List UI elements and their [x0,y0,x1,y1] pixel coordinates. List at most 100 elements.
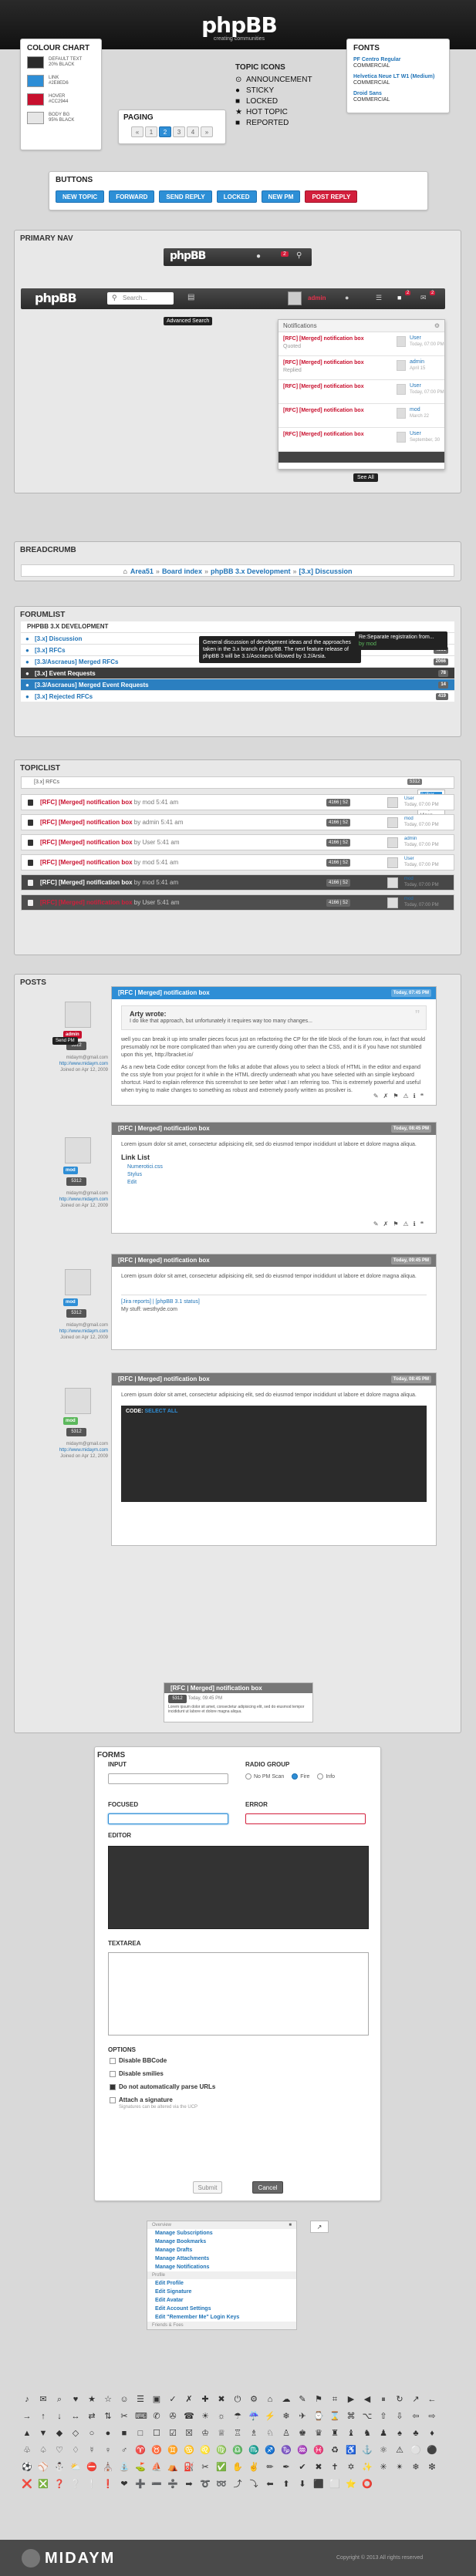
avatar[interactable] [65,1002,91,1028]
advanced-search-icon[interactable]: ▤ [187,293,194,301]
post-title[interactable]: [RFC | Merged] notification box [118,1257,210,1264]
menu-item[interactable]: Edit Avatar [147,2296,296,2305]
topic-author[interactable]: by mod [134,859,154,866]
settings-icon[interactable]: ⚙ [434,320,440,332]
avatar[interactable] [65,1388,91,1414]
topic-row[interactable]: [RFC] [Merged] notification box by User … [21,894,454,911]
search-input[interactable]: Search... [107,292,174,305]
topic-row[interactable]: [RFC] [Merged] notification box by admin… [21,814,454,830]
notification-title[interactable]: [RFC] [Merged] notification box [283,384,364,389]
topic-author[interactable]: by User [134,839,156,846]
checkbox-row[interactable]: Disable BBCode [110,2057,310,2064]
select-all-link[interactable]: SELECT ALL [145,1409,178,1414]
user-email[interactable]: midaym@gmail.com [22,1441,108,1447]
radio-option[interactable]: Info [317,1773,335,1780]
checkbox[interactable] [110,2083,116,2090]
notification-icon[interactable]: ■ [397,294,401,301]
menu-item[interactable]: Manage Attachments [147,2254,296,2263]
topic-title[interactable]: [RFC] [Merged] notification box by User … [40,839,179,846]
menu-item[interactable]: Edit Profile [147,2279,296,2288]
last-poster[interactable]: User [404,796,414,801]
radio-option[interactable]: Fire [292,1773,309,1780]
topic-row[interactable]: [RFC] [Merged] notification box by mod 5… [21,794,454,810]
bell-icon[interactable]: ● [256,252,261,261]
notification-title[interactable]: [RFC] [Merged] notification box [283,408,364,413]
notification-title[interactable]: [RFC] [Merged] notification box [283,360,364,365]
nav-logo-compact[interactable]: phpBB [170,250,206,262]
button-locked[interactable]: LOCKED [216,190,257,203]
breadcrumb-link[interactable]: [3.x] Discussion [299,567,353,575]
post-title[interactable]: [RFC | Merged] notification box [118,1125,210,1132]
topic-row[interactable]: [RFC] [Merged] notification box by User … [21,834,454,850]
checkbox-row[interactable]: Attach a signature [110,2096,310,2103]
button-post-reply[interactable]: POST REPLY [305,190,358,203]
last-poster[interactable]: User [404,857,414,861]
page-button[interactable]: » [201,126,213,137]
send-pm-tooltip[interactable]: Send PM [52,1037,78,1045]
menu-collapse-button[interactable]: ↗ [310,2221,329,2233]
breadcrumb-link[interactable]: phpBB 3.x Development [211,567,291,575]
forum-name[interactable]: [3.x] Discussion [35,635,82,642]
mini-post-title[interactable]: [RFC | Merged] notification box [170,1685,262,1692]
topic-author[interactable]: by mod [134,799,154,806]
topic-title[interactable]: [RFC] [Merged] notification box by mod 5… [40,859,178,866]
post-title[interactable]: [RFC | Merged] notification box [118,989,210,996]
breadcrumb-link[interactable]: Area51 [130,567,154,575]
page-button[interactable]: 1 [145,126,157,137]
menu-toggle-icon[interactable]: ■ [289,2221,292,2229]
error-input[interactable] [245,1813,366,1824]
list-item[interactable]: Edit [121,1179,427,1187]
page-button[interactable]: 2 [159,126,171,137]
forum-row[interactable]: ● [3.x] Event Requests 78 [21,667,454,679]
topic-title-text[interactable]: [RFC] [Merged] notification box [40,899,133,906]
topic-title-text[interactable]: [RFC] [Merged] notification box [40,859,133,866]
page-button[interactable]: 3 [173,126,185,137]
topic-row[interactable]: [RFC] [Merged] notification box by mod 5… [21,874,454,891]
page-indicator[interactable]: 5312 [407,779,423,785]
notification-user[interactable]: User [410,383,421,389]
notification-item[interactable]: [RFC] [Merged] notification box User Today… [279,380,444,404]
post-username[interactable]: mod [63,1167,78,1174]
menu-friends-header[interactable]: Friends & Foes [147,2322,296,2329]
checkbox[interactable] [110,2070,116,2077]
text-input[interactable] [108,1773,228,1784]
post-username[interactable]: mod [63,1417,78,1425]
topic-title[interactable]: [RFC] [Merged] notification box by mod 5… [40,799,178,806]
menu-item[interactable]: Manage Drafts [147,2246,296,2254]
avatar[interactable] [65,1269,91,1295]
radio-option[interactable]: No PM Scan [245,1773,284,1780]
notification-badge[interactable]: 2 [281,251,289,257]
user-email[interactable]: midaym@gmail.com [22,1322,108,1328]
user-website[interactable]: http://www.midaym.com [59,1329,108,1334]
breadcrumb-link[interactable]: Board index [162,567,202,575]
topic-title-text[interactable]: [RFC] [Merged] notification box [40,799,133,806]
last-poster[interactable]: mod [404,877,414,881]
menu-item[interactable]: Edit Account Settings [147,2305,296,2313]
menu-item[interactable]: Manage Bookmarks [147,2238,296,2246]
notification-item[interactable]: [RFC] [Merged] notification box User Septe… [279,428,444,452]
bell-icon[interactable]: ● [345,294,349,301]
list-item[interactable]: Stylus [121,1171,427,1179]
topic-author[interactable]: by mod [134,879,154,886]
notification-item[interactable]: [RFC] [Merged] notification box mod March … [279,404,444,428]
page-button[interactable]: « [131,126,143,137]
last-poster[interactable]: mod [404,817,414,821]
button-forward[interactable]: FORWARD [109,190,155,203]
signature-links[interactable]: [Jira reports] | [phpBB 3.1 status] [121,1298,427,1306]
last-poster[interactable]: admin [404,837,417,841]
topic-title-text[interactable]: [RFC] [Merged] notification box [40,819,133,826]
notification-item[interactable]: [RFC] [Merged] notification box Replied ad… [279,356,444,380]
notification-title[interactable]: [RFC] [Merged] notification box [283,336,364,342]
post-title[interactable]: [RFC | Merged] notification box [118,1376,210,1382]
notification-item[interactable]: [RFC] [Merged] notification box Quoted Use… [279,332,444,356]
home-icon[interactable]: ⌂ [123,567,127,575]
button-new-topic[interactable]: NEW TOPIC [56,190,105,203]
cancel-button[interactable]: Cancel [252,2181,283,2194]
checkbox[interactable] [110,2096,116,2103]
forum-name[interactable]: [3.x] Event Requests [35,670,96,677]
search-icon[interactable]: ⚲ [296,251,302,260]
post-username[interactable]: mod [63,1298,78,1306]
notification-user[interactable]: mod [410,407,420,412]
menu-item[interactable]: Edit Signature [147,2288,296,2296]
forum-row[interactable]: ● [3.3/Ascraeus] Merged Event Requests 14 [21,679,454,690]
